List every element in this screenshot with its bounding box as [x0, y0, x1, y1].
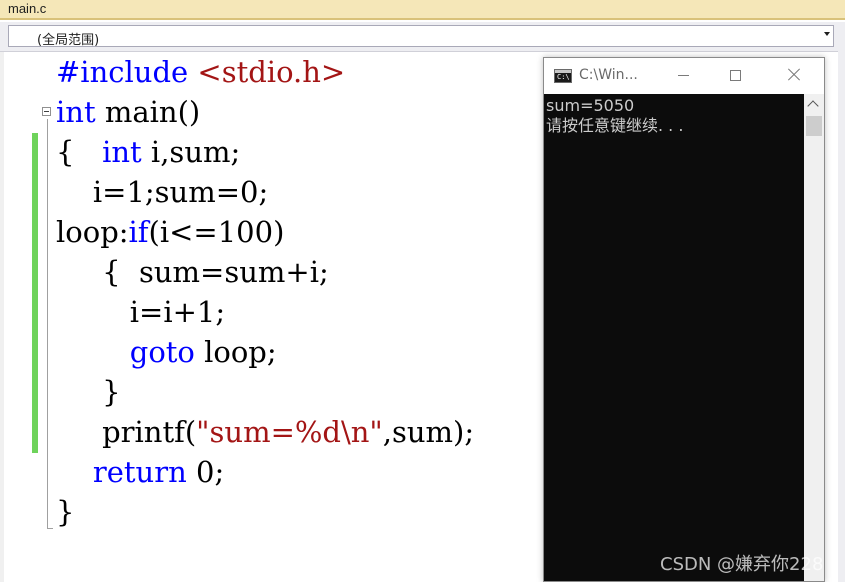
document-tab-strip: main.c: [0, 0, 845, 22]
code-token: 0;: [186, 455, 225, 489]
chevron-down-icon[interactable]: [824, 32, 830, 36]
code-line[interactable]: i=i+1;: [56, 292, 474, 332]
code-token: }: [56, 495, 75, 529]
navigation-bar: (全局范围): [0, 22, 845, 52]
console-titlebar[interactable]: C:\ C:\Win...: [544, 58, 824, 94]
change-tracking-bar: [32, 133, 38, 453]
editor-right-edge: [838, 22, 845, 582]
code-token: loop;: [194, 335, 277, 369]
console-app-icon-glyph: C:\: [557, 73, 570, 81]
code-line[interactable]: }: [56, 492, 474, 532]
minimize-icon[interactable]: [676, 67, 692, 83]
code-token: printf(: [56, 415, 197, 449]
code-token: i=i+1;: [56, 295, 226, 329]
code-token: ,sum);: [382, 415, 475, 449]
editor-left-edge: [0, 52, 4, 582]
code-token: loop:: [56, 215, 129, 249]
code-token: (i<=100): [148, 215, 285, 249]
code-keyword: if: [128, 215, 149, 249]
code-keyword: goto: [129, 335, 195, 369]
code-line[interactable]: #include <stdio.h>: [56, 52, 474, 92]
editor-margin: [0, 52, 30, 582]
code-string: "sum=%d\n": [196, 415, 383, 449]
code-line[interactable]: return 0;: [56, 452, 474, 492]
fold-guide-end: [47, 528, 53, 529]
code-keyword: int: [56, 95, 96, 129]
code-token: { sum=sum+i;: [56, 255, 329, 289]
code-token: i=1;sum=0;: [56, 175, 269, 209]
code-line[interactable]: }: [56, 372, 474, 412]
code-line[interactable]: i=1;sum=0;: [56, 172, 474, 212]
scope-dropdown[interactable]: (全局范围): [8, 25, 834, 48]
code-token: main(): [95, 95, 201, 129]
watermark: CSDN @嫌弃你228: [660, 554, 824, 575]
code-text[interactable]: #include <stdio.h> int main(){ int i,sum;…: [56, 52, 474, 532]
code-keyword: return: [92, 455, 187, 489]
scroll-up-icon[interactable]: [807, 100, 819, 112]
code-token: i,sum;: [141, 135, 241, 169]
code-line[interactable]: loop:if(i<=100): [56, 212, 474, 252]
code-token: {: [56, 135, 103, 169]
code-line[interactable]: { sum=sum+i;: [56, 252, 474, 292]
console-title: C:\Win...: [579, 67, 638, 83]
console-scrollbar[interactable]: [804, 94, 824, 581]
console-output-area[interactable]: sum=5050 请按任意键继续. . .: [544, 94, 804, 581]
file-tab-main-c[interactable]: main.c: [0, 0, 845, 20]
scroll-thumb[interactable]: [806, 116, 822, 136]
console-window[interactable]: C:\ C:\Win... sum=5050 请按任意键继续. . .: [543, 57, 825, 582]
code-line[interactable]: int main(): [56, 92, 474, 132]
code-directive: #include: [56, 55, 198, 89]
console-app-icon: C:\: [554, 69, 572, 83]
code-include-path: <stdio.h>: [197, 55, 346, 89]
close-icon[interactable]: [786, 67, 802, 83]
collapse-icon[interactable]: [42, 107, 51, 116]
code-token: }: [56, 375, 121, 409]
code-line[interactable]: goto loop;: [56, 332, 474, 372]
file-tab-label: main.c: [8, 1, 47, 16]
code-line[interactable]: printf("sum=%d\n",sum);: [56, 412, 474, 452]
scope-dropdown-value: (全局范围): [37, 33, 100, 48]
code-line[interactable]: { int i,sum;: [56, 132, 474, 172]
maximize-icon[interactable]: [728, 67, 744, 83]
code-keyword: int: [102, 135, 142, 169]
console-output-text: sum=5050 请按任意键继续. . .: [546, 96, 684, 135]
fold-guide-line: [47, 119, 48, 529]
